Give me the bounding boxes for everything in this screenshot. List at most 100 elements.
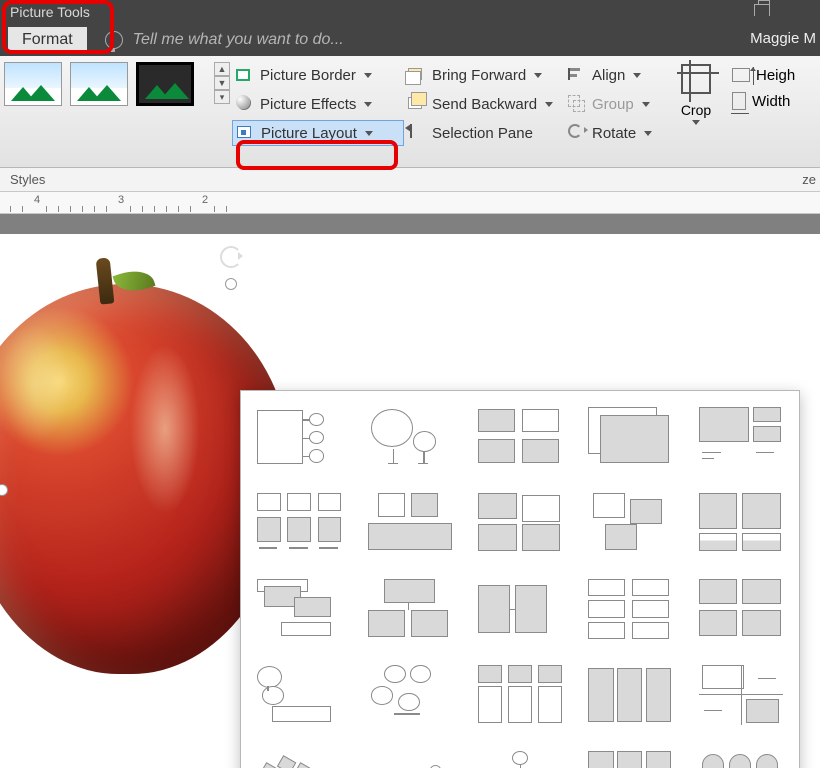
picture-style-thumb-1[interactable]: [4, 62, 62, 106]
picture-layout-label: Picture Layout: [261, 125, 357, 142]
bring-forward-label: Bring Forward: [432, 67, 526, 84]
height-icon: [732, 68, 750, 82]
styles-scroll[interactable]: ▲ ▼ ▾: [214, 62, 230, 104]
width-field[interactable]: Width: [728, 88, 820, 114]
layout-option[interactable]: [247, 569, 351, 649]
picture-layout-menu[interactable]: Picture Layout: [232, 120, 404, 146]
layout-option[interactable]: [357, 397, 461, 477]
layout-option[interactable]: [357, 569, 461, 649]
layout-option[interactable]: [357, 655, 461, 735]
layout-option[interactable]: [578, 569, 682, 649]
align-icon: [568, 68, 582, 80]
picture-style-thumb-selected[interactable]: [136, 62, 194, 106]
rotate-button[interactable]: Rotate: [564, 120, 664, 146]
layout-option[interactable]: [468, 655, 572, 735]
chevron-down-icon[interactable]: ▼: [214, 76, 230, 90]
arrange-group: Bring Forward Send Backward Selection Pa…: [404, 56, 564, 167]
picture-border-menu[interactable]: Picture Border: [232, 62, 404, 88]
dropdown-caret-icon: [692, 120, 700, 125]
layout-option[interactable]: [578, 397, 682, 477]
border-icon: [236, 69, 250, 81]
picture-styles-group: ▲ ▼ ▾: [0, 56, 232, 167]
layout-option[interactable]: [578, 741, 682, 768]
layout-option[interactable]: [247, 397, 351, 477]
rotate-handle-icon[interactable]: [220, 246, 242, 268]
height-label: Heigh: [756, 67, 795, 84]
chevron-up-icon[interactable]: ▲: [214, 62, 230, 76]
tab-format[interactable]: Format: [8, 27, 87, 53]
crop-group[interactable]: Crop: [664, 56, 728, 167]
account-name[interactable]: Maggie M: [750, 30, 816, 47]
send-backward-icon: [408, 97, 422, 109]
ruler-mark-4: 4: [34, 194, 40, 206]
dropdown-caret-icon: [642, 102, 650, 107]
dropdown-caret-icon: [534, 73, 542, 78]
ruler-mark-2: 2: [202, 194, 208, 206]
align-button[interactable]: Align: [564, 62, 664, 88]
layout-option[interactable]: [578, 483, 682, 563]
bring-forward-button[interactable]: Bring Forward: [404, 62, 564, 88]
size-group-label-fragment: ze: [802, 172, 816, 187]
layout-option[interactable]: [578, 655, 682, 735]
height-field[interactable]: Heigh: [728, 62, 820, 88]
dropdown-caret-icon: [364, 73, 372, 78]
picture-layout-gallery: [240, 390, 800, 768]
layout-option[interactable]: [247, 741, 351, 768]
dropdown-caret-icon: [644, 131, 652, 136]
layout-option[interactable]: [357, 741, 461, 768]
size-group: Heigh Width: [728, 56, 820, 167]
selection-handle[interactable]: [225, 278, 237, 290]
crop-label: Crop: [664, 102, 728, 118]
layout-icon: [237, 126, 251, 138]
ribbon-display-options-icon[interactable]: [754, 4, 770, 16]
layout-option[interactable]: [689, 483, 793, 563]
ribbon-group-label-bar: Styles ze: [0, 168, 820, 192]
layout-option[interactable]: [247, 483, 351, 563]
send-backward-button[interactable]: Send Backward: [404, 91, 564, 117]
layout-option[interactable]: [468, 569, 572, 649]
apple-highlight: [130, 344, 200, 514]
layout-gallery-grid: [247, 397, 793, 768]
send-backward-label: Send Backward: [432, 96, 537, 113]
rotate-icon: [568, 124, 582, 138]
horizontal-ruler[interactable]: 4 3 2: [0, 192, 820, 214]
layout-option[interactable]: [689, 569, 793, 649]
lightbulb-icon: [105, 31, 123, 49]
ruler-mark-3: 3: [118, 194, 124, 206]
group-icon: [568, 95, 580, 107]
align-label: Align: [592, 67, 625, 84]
layout-option[interactable]: [689, 397, 793, 477]
selection-pane-icon: [410, 124, 412, 138]
layout-option[interactable]: [357, 483, 461, 563]
dropdown-caret-icon: [365, 131, 373, 136]
crop-icon: [681, 64, 711, 94]
group-button: Group: [564, 91, 664, 117]
layout-option[interactable]: [247, 655, 351, 735]
selection-pane-button[interactable]: Selection Pane: [404, 120, 564, 146]
align-group: Align Group Rotate: [564, 56, 664, 167]
layout-option[interactable]: [468, 483, 572, 563]
ribbon: ▲ ▼ ▾ Picture Border Picture Effects Pic…: [0, 56, 820, 168]
tell-me-input[interactable]: Tell me what you want to do...: [133, 31, 344, 49]
layout-option[interactable]: [468, 397, 572, 477]
apple-highlight-2: [0, 324, 70, 444]
styles-more-icon[interactable]: ▾: [214, 90, 230, 104]
selection-pane-label: Selection Pane: [432, 125, 533, 142]
picture-tools-label: Picture Tools: [4, 2, 96, 22]
layout-option[interactable]: [689, 655, 793, 735]
picture-effects-label: Picture Effects: [260, 96, 356, 113]
title-bar: Picture Tools: [0, 0, 820, 24]
layout-option[interactable]: [689, 741, 793, 768]
document-canvas[interactable]: [0, 214, 820, 768]
apple-leaf: [113, 265, 156, 298]
picture-effects-menu[interactable]: Picture Effects: [232, 91, 404, 117]
picture-style-thumb-2[interactable]: [70, 62, 128, 106]
ribbon-tab-row: Format Tell me what you want to do... Ma…: [0, 24, 820, 56]
width-label: Width: [752, 93, 790, 110]
dropdown-caret-icon: [545, 102, 553, 107]
dropdown-caret-icon: [364, 102, 372, 107]
width-icon: [732, 92, 746, 110]
picture-adjust-group: Picture Border Picture Effects Picture L…: [232, 56, 404, 167]
layout-option[interactable]: [468, 741, 572, 768]
rotate-label: Rotate: [592, 125, 636, 142]
